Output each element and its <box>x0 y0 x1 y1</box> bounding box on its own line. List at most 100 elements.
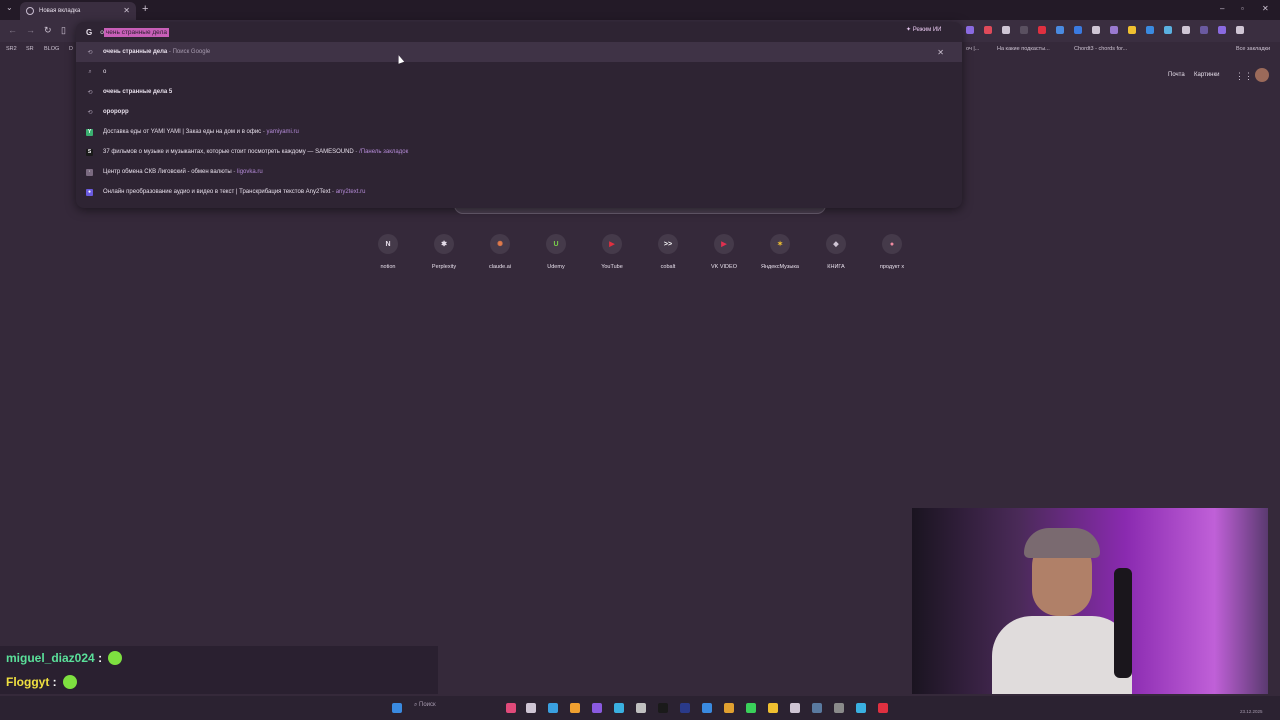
suggestion-text: очень странные дела <box>103 49 168 55</box>
shortcut-tile[interactable]: ● продукт x <box>867 234 917 270</box>
puzzle-icon[interactable] <box>1236 26 1244 34</box>
taskbar-app-icon[interactable] <box>636 703 646 713</box>
suggestion-text: 37 фильмов о музыке и музыкантах, которы… <box>103 149 354 155</box>
start-icon[interactable] <box>392 703 402 713</box>
images-link[interactable]: Картинки <box>1194 72 1219 78</box>
extension-icon[interactable] <box>1182 26 1190 34</box>
shortcut-icon: ✱ <box>434 234 454 254</box>
extension-icon[interactable] <box>984 26 992 34</box>
taskbar-app-icon[interactable] <box>658 703 668 713</box>
bookmark-item[interactable]: BLOG <box>44 46 59 52</box>
restore-icon[interactable]: ▫ <box>1241 4 1244 13</box>
bookmark-item[interactable]: оч |... <box>966 46 979 52</box>
taskbar-app-icon[interactable] <box>878 703 888 713</box>
taskbar: ⌕ Поиск <box>0 696 1280 720</box>
shortcut-label: Udemy <box>547 264 565 270</box>
ai-mode-button[interactable]: ✦ Режим ИИ <box>906 26 942 33</box>
extension-icon[interactable] <box>1002 26 1010 34</box>
avatar[interactable] <box>1255 68 1269 82</box>
extension-icon[interactable] <box>1200 26 1208 34</box>
ligovka-icon: · <box>86 168 93 176</box>
extension-icon[interactable] <box>966 26 974 34</box>
taskbar-app-icon[interactable] <box>548 703 558 713</box>
shortcut-tile[interactable]: Nnotion <box>363 234 413 270</box>
extension-icons <box>966 26 1244 34</box>
yami-icon: Y <box>86 128 93 136</box>
taskbar-search[interactable]: ⌕ Поиск <box>414 702 436 709</box>
shortcut-tile[interactable]: ✶ ЯндексМузыка <box>755 234 805 270</box>
extension-icon[interactable] <box>1056 26 1064 34</box>
shortcut-tile[interactable]: ◆ КНИГА <box>811 234 861 270</box>
back-icon[interactable]: ← <box>8 25 17 35</box>
taskbar-app-icon[interactable] <box>592 703 602 713</box>
extension-icon[interactable] <box>1038 26 1046 34</box>
window-close-icon[interactable]: ✕ <box>1262 4 1269 13</box>
shortcut-tile[interactable]: U Udemy <box>531 234 581 270</box>
ghost-emote-icon <box>108 651 123 665</box>
omnibox-suggestion[interactable]: S 37 фильмов о музыке и музыкантах, котор… <box>76 142 962 162</box>
shortcut-icon: U <box>546 234 566 254</box>
extension-icon[interactable] <box>1074 26 1082 34</box>
extension-icon[interactable] <box>1164 26 1172 34</box>
omnibox-suggestion[interactable]: ⟲ очень странные дела 5 <box>76 82 962 102</box>
omnibox-suggestion[interactable]: ● Онлайн преобразование аудио и видео в т… <box>76 182 962 202</box>
taskbar-app-icon[interactable] <box>790 703 800 713</box>
shortcut-label: продукт x <box>879 264 905 270</box>
taskbar-search-label: Поиск <box>419 702 436 708</box>
tab-new-tab[interactable]: Новая вкладка ✕ <box>20 2 136 20</box>
bookmark-item[interactable]: SR2 <box>6 46 17 52</box>
bookmark-item[interactable]: На какие подкасты... <box>997 46 1050 52</box>
shortcut-label: Perplexity <box>431 264 457 270</box>
extension-icon[interactable] <box>1128 26 1136 34</box>
side-panel-icon[interactable]: ▯ <box>61 25 66 36</box>
taskbar-app-icon[interactable] <box>526 703 536 713</box>
omnibox-suggestion[interactable]: · Центр обмена СКВ Лиговский - обмен валю… <box>76 162 962 182</box>
taskbar-app-icon[interactable] <box>834 703 844 713</box>
minimize-icon[interactable]: – <box>1220 4 1224 13</box>
taskbar-app-icon[interactable] <box>702 703 712 713</box>
extension-icon[interactable] <box>1218 26 1226 34</box>
shortcut-glyph: ✱ <box>441 241 447 248</box>
shortcut-tile[interactable]: >> cobalt <box>643 234 693 270</box>
shortcut-tile[interactable]: ▶ YouTube <box>587 234 637 270</box>
new-tab-button[interactable]: + <box>142 3 148 15</box>
taskbar-app-icon[interactable] <box>724 703 734 713</box>
shortcut-icon: ✺ <box>490 234 510 254</box>
shortcut-tile[interactable]: ▶ VK VIDEO <box>699 234 749 270</box>
apps-grid-icon[interactable]: ⋮⋮ <box>1235 71 1253 82</box>
all-bookmarks[interactable]: Все закладки <box>1236 46 1270 52</box>
extension-icon[interactable] <box>1146 26 1154 34</box>
taskbar-app-icon[interactable] <box>746 703 756 713</box>
taskbar-app-icon[interactable] <box>614 703 624 713</box>
bookmark-item[interactable]: SR <box>26 46 34 52</box>
extension-icon[interactable] <box>1020 26 1028 34</box>
shortcut-tile[interactable]: ✱ Perplexity <box>419 234 469 270</box>
shortcut-label: claude.ai <box>488 264 512 270</box>
taskbar-app-icon[interactable] <box>812 703 822 713</box>
shortcut-glyph: ✺ <box>497 241 503 248</box>
bookmark-item[interactable]: D <box>69 46 73 52</box>
omnibox-suggestion[interactable]: Y Доставка еды от YAMI YAMI | Заказ еды н… <box>76 122 962 142</box>
taskbar-app-icon[interactable] <box>680 703 690 713</box>
omnibox-suggestion[interactable]: ⟲ оророрр <box>76 102 962 122</box>
omnibox-suggestion[interactable]: ⟲ очень странные дела - Поиск Google ✕ <box>76 42 962 62</box>
bookmark-item[interactable]: Chordt3 - chords for... <box>1074 46 1127 52</box>
remove-suggestion-icon[interactable]: ✕ <box>937 48 944 57</box>
taskbar-app-icon[interactable] <box>506 703 516 713</box>
forward-icon[interactable]: → <box>26 25 35 35</box>
reload-icon[interactable]: ↻ <box>44 25 52 36</box>
omnibox-input[interactable]: G о чень странные дела <box>86 26 169 38</box>
taskbar-app-icon[interactable] <box>768 703 778 713</box>
shortcut-glyph: ▶ <box>609 241 615 248</box>
shortcut-tile[interactable]: ✺ claude.ai <box>475 234 525 270</box>
taskbar-app-icon[interactable] <box>856 703 866 713</box>
extension-icon[interactable] <box>1110 26 1118 34</box>
close-tab-icon[interactable]: ✕ <box>123 6 130 15</box>
extension-icon[interactable] <box>1092 26 1100 34</box>
tab-search-icon[interactable]: ⌄ <box>6 3 13 12</box>
shortcut-label: ЯндексМузыка <box>761 264 799 270</box>
chat-message: miguel_diaz024 : <box>0 646 438 670</box>
omnibox-suggestion[interactable]: ⌕ о <box>76 62 962 82</box>
mail-link[interactable]: Почта <box>1168 72 1185 78</box>
taskbar-app-icon[interactable] <box>570 703 580 713</box>
